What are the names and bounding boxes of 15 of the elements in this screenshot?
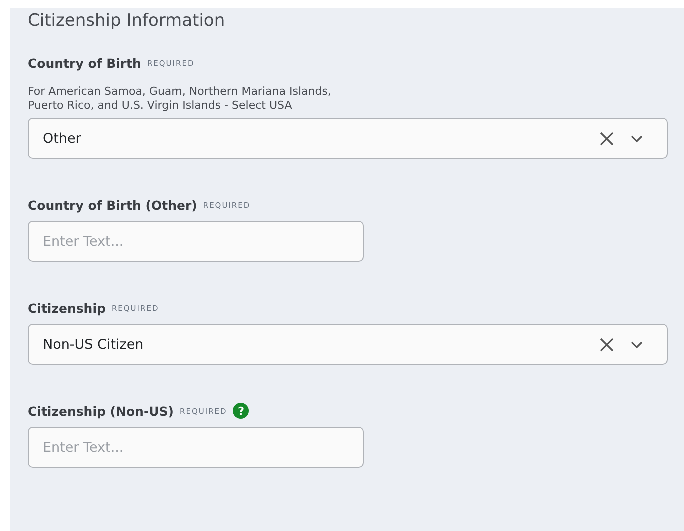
field-hint: For American Samoa, Guam, Northern Mariana Islands, Puerto Rico, and U.S. Virgin Islands - Select USA bbox=[28, 85, 332, 112]
clear-icon[interactable] bbox=[599, 336, 615, 352]
field-label: Country of Birth (Other) bbox=[28, 198, 198, 212]
text-input[interactable]: Enter Text... bbox=[28, 427, 364, 468]
chevron-down-icon[interactable] bbox=[631, 134, 643, 142]
clear-icon[interactable] bbox=[599, 130, 615, 146]
field-label: Citizenship (Non-US) bbox=[28, 404, 174, 418]
text-input[interactable]: Enter Text... bbox=[28, 221, 364, 262]
select-field[interactable]: Non-US Citizen bbox=[28, 324, 668, 365]
section-title: Citizenship Information bbox=[28, 11, 226, 31]
field-label: Citizenship bbox=[28, 300, 106, 316]
select-field[interactable]: Other bbox=[28, 118, 668, 159]
help-icon[interactable]: ? bbox=[233, 403, 250, 419]
field-label: Country of Birth bbox=[28, 56, 142, 70]
chevron-down-icon[interactable] bbox=[631, 340, 643, 348]
